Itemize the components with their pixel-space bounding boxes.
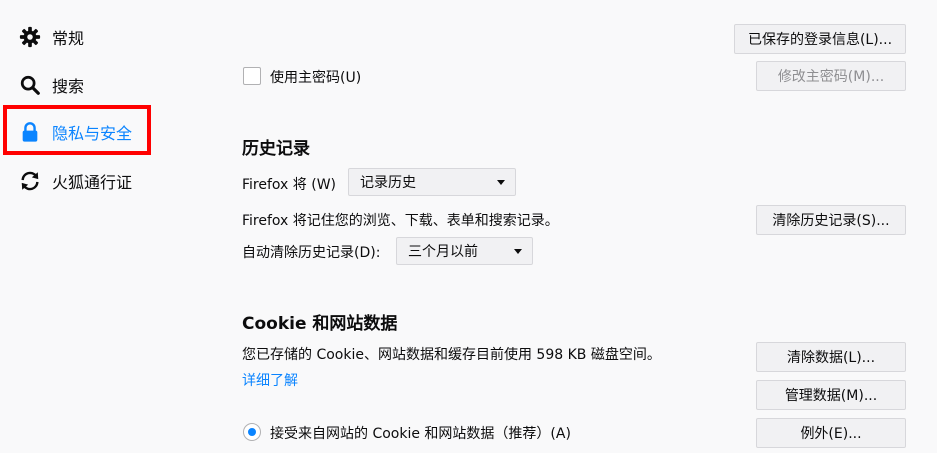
clear-data-button[interactable]: 清除数据(L)... xyxy=(756,342,906,372)
chevron-down-icon xyxy=(497,180,505,185)
history-description: Firefox 将记住您的浏览、下载、表单和搜索记录。 xyxy=(242,213,559,229)
radio-selected-dot xyxy=(248,428,256,436)
cookies-heading: Cookie 和网站数据 xyxy=(242,314,398,334)
cookies-usage-text: 您已存储的 Cookie、网站数据和缓存目前使用 598 KB 磁盘空间。 xyxy=(242,347,661,363)
sidebar-item-label: 常规 xyxy=(52,29,85,48)
master-password-checkbox[interactable] xyxy=(243,67,261,85)
accept-cookies-radio[interactable] xyxy=(243,423,261,441)
auto-clear-label: 自动清除历史记录(D): xyxy=(242,245,381,261)
change-master-password-button[interactable]: 修改主密码(M)... xyxy=(756,61,906,91)
auto-clear-select[interactable]: 三个月以前 xyxy=(396,237,533,265)
sync-icon xyxy=(18,169,42,193)
history-mode-select[interactable]: 记录历史 xyxy=(348,168,516,196)
sidebar-item-firefox-account[interactable]: 火狐通行证 xyxy=(18,166,132,196)
chevron-down-icon xyxy=(514,249,522,254)
gear-icon xyxy=(18,25,42,49)
exceptions-button[interactable]: 例外(E)... xyxy=(756,418,906,448)
sidebar-item-label: 火狐通行证 xyxy=(52,173,133,192)
accept-cookies-label: 接受来自网站的 Cookie 和网站数据（推荐）(A) xyxy=(270,426,571,442)
sidebar-item-label: 搜索 xyxy=(52,77,85,96)
highlight-box xyxy=(3,105,151,155)
auto-clear-value: 三个月以前 xyxy=(408,244,478,260)
search-icon xyxy=(18,73,42,97)
preferences-page: 常规 搜索 隐私与安全 火狐通行证 已保存的登录信息(L)... 使用主密码(U… xyxy=(0,0,937,453)
clear-history-button[interactable]: 清除历史记录(S)... xyxy=(756,205,906,235)
master-password-label: 使用主密码(U) xyxy=(270,70,362,86)
history-mode-label: Firefox 将 (W) xyxy=(242,177,337,193)
manage-data-button[interactable]: 管理数据(M)... xyxy=(756,380,906,410)
history-mode-value: 记录历史 xyxy=(360,175,416,191)
sidebar-item-general[interactable]: 常规 xyxy=(18,22,84,52)
saved-logins-button[interactable]: 已保存的登录信息(L)... xyxy=(734,24,906,54)
sidebar-item-search[interactable]: 搜索 xyxy=(18,70,84,100)
history-heading: 历史记录 xyxy=(242,139,310,159)
learn-more-link[interactable]: 详细了解 xyxy=(242,370,298,390)
